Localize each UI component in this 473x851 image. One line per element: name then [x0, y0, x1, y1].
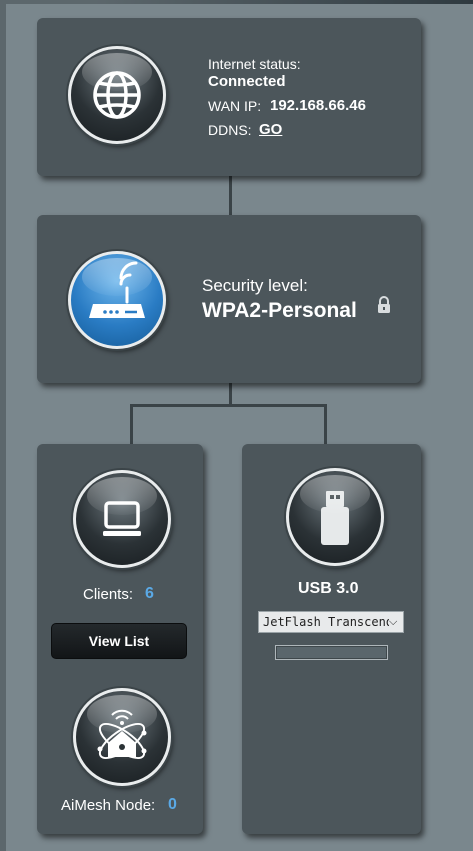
security-card[interactable]: Security level: WPA2-Personal: [37, 215, 421, 383]
page-edge-top: [0, 0, 473, 4]
ddns-go-link[interactable]: GO: [259, 121, 282, 138]
security-level-value: WPA2-Personal: [202, 299, 357, 322]
lock-icon: [376, 296, 392, 319]
monitor-icon[interactable]: [73, 470, 171, 568]
aimesh-label: AiMesh Node:: [61, 797, 156, 814]
clients-count[interactable]: 6: [145, 585, 154, 603]
view-list-button[interactable]: View List: [51, 623, 187, 659]
aimesh-node-icon[interactable]: [73, 688, 171, 786]
wan-ip-label: WAN IP:: [208, 98, 262, 114]
security-level-label: Security level:: [202, 276, 308, 295]
connector-usb: [324, 404, 327, 445]
internet-status-card[interactable]: Internet status: Connected WAN IP: 192.1…: [37, 18, 421, 176]
usb-drive-icon[interactable]: [286, 468, 384, 566]
globe-icon[interactable]: [68, 46, 166, 144]
connector-clients: [130, 404, 133, 445]
internet-status-value: Connected: [208, 73, 286, 90]
router-icon[interactable]: [68, 251, 166, 349]
clients-label: Clients:: [83, 586, 134, 603]
usb-card[interactable]: USB 3.0: [242, 444, 421, 834]
usb-title: USB 3.0: [298, 580, 359, 597]
internet-status-label: Internet status:: [208, 56, 301, 72]
connector-security-down: [229, 382, 232, 406]
ddns-label: DDNS:: [208, 122, 252, 138]
wan-ip-value: 192.168.66.46: [270, 97, 366, 114]
usb-usage-bar: [275, 645, 388, 660]
aimesh-count[interactable]: 0: [168, 796, 177, 814]
connector-internet-security: [229, 175, 232, 217]
usb-device-selected: JetFlash Transcend: [263, 615, 389, 629]
page-edge-left: [0, 0, 6, 851]
chevron-down-icon: ⌵: [389, 615, 398, 628]
connector-horizontal: [130, 404, 327, 407]
usb-device-select[interactable]: JetFlash Transcend ⌵: [258, 611, 404, 633]
